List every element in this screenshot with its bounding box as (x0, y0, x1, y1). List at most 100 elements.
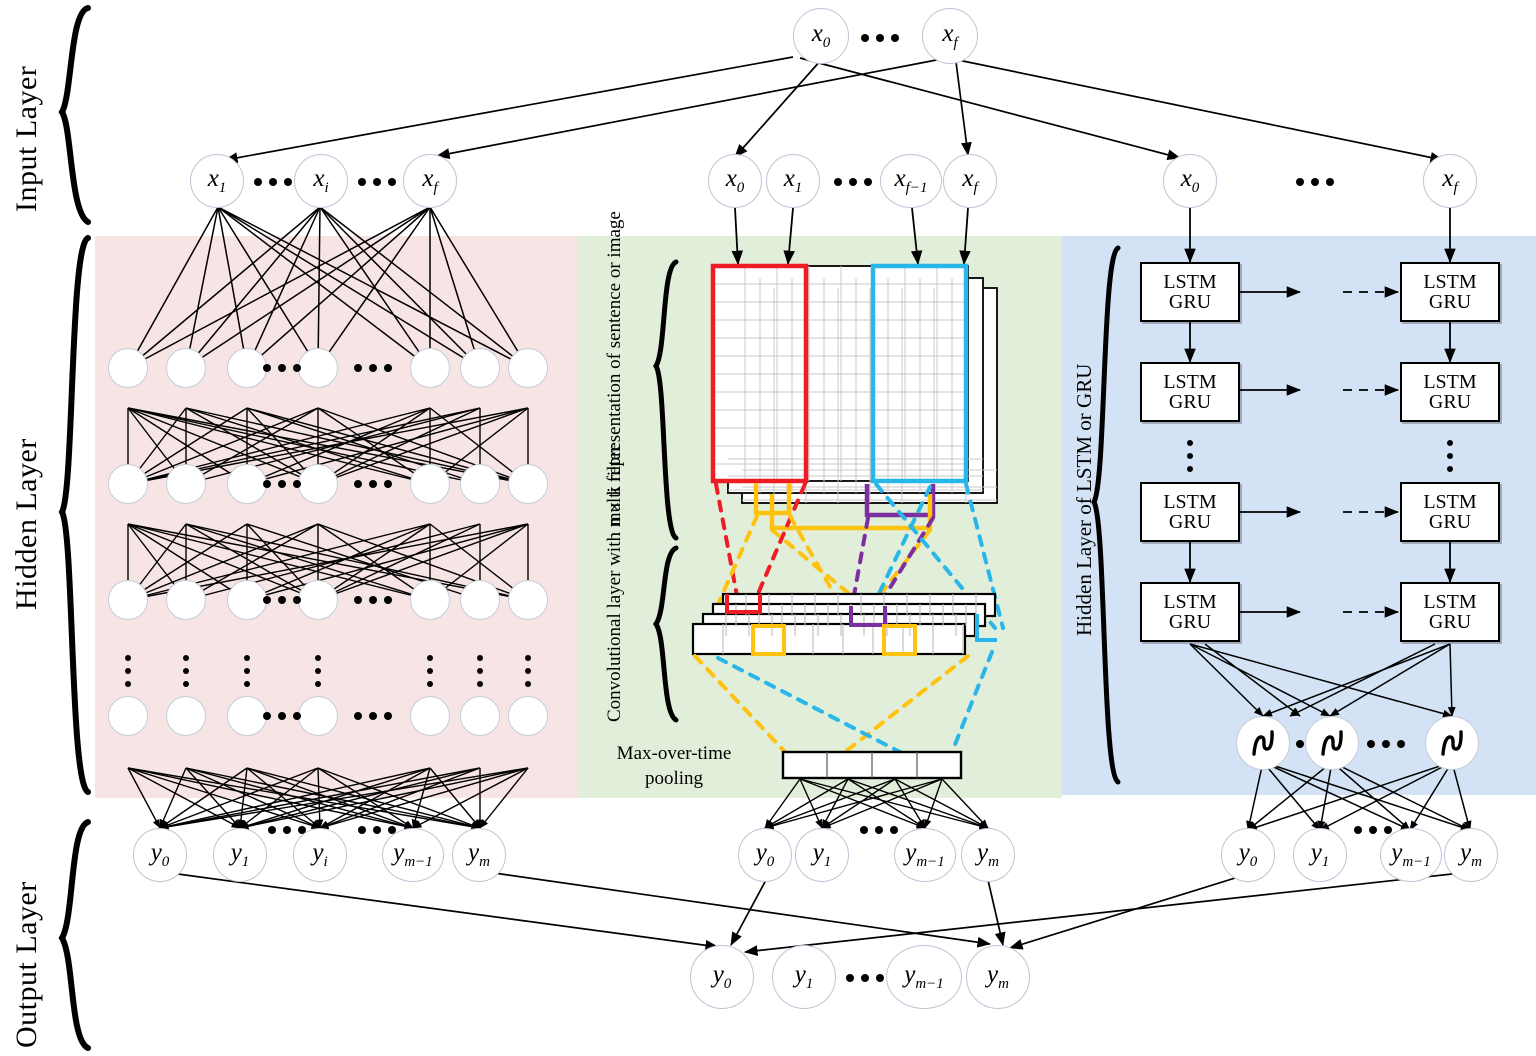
rnn-output-node-ym1[interactable]: ym−1 (1380, 828, 1442, 882)
dnn-hidden-node[interactable] (108, 464, 148, 504)
dnn-hidden-node[interactable] (108, 348, 148, 388)
dnn-hidden-row-ellipsis (262, 712, 301, 720)
cnn-pool-label: Max-over-time pooling (616, 743, 732, 789)
lstm-gru-cell[interactable]: LSTM GRU (1400, 262, 1500, 322)
diagram-canvas: Input Layer Hidden Layer Output Layer x0… (0, 0, 1536, 1056)
dnn-hidden-node[interactable] (108, 580, 148, 620)
gru-label: GRU (1428, 511, 1472, 533)
rnn-output-node-y0[interactable]: y0 (1221, 828, 1275, 882)
top-input-ellipsis (861, 34, 899, 42)
lstm-gru-cell[interactable]: LSTM GRU (1400, 482, 1500, 542)
dnn-hidden-node[interactable] (460, 696, 500, 736)
dnn-hidden-row-ellipsis (262, 596, 301, 604)
dnn-hidden-node[interactable] (227, 464, 267, 504)
dnn-hidden-node[interactable] (227, 348, 267, 388)
dnn-vertical-dots (244, 655, 250, 687)
output-layer-label: Output Layer (10, 881, 43, 1048)
dnn-output-ellipsis-1 (268, 826, 306, 834)
lstm-gru-cell[interactable]: LSTM GRU (1400, 582, 1500, 642)
lstm-label: LSTM (1163, 271, 1217, 293)
sigmoid-node-3[interactable] (1425, 716, 1479, 770)
dnn-output-node-ym1[interactable]: ym−1 (382, 828, 444, 882)
dnn-output-node-y1[interactable]: y1 (213, 828, 267, 882)
cnn-output-node-ym1[interactable]: ym−1 (894, 828, 956, 882)
dnn-output-node-y0[interactable]: y0 (133, 828, 187, 882)
dnn-vertical-dots (427, 655, 433, 687)
dnn-input-node-xi[interactable]: xi (294, 154, 348, 208)
rnn-vertical-dots-left (1187, 440, 1193, 472)
sigmoid-node-1[interactable] (1236, 716, 1290, 770)
dnn-hidden-node[interactable] (298, 348, 338, 388)
rnn-input-ellipsis (1296, 178, 1334, 186)
cnn-output-node-y1[interactable]: y1 (795, 828, 849, 882)
sigmoid-node-2[interactable] (1305, 716, 1359, 770)
dnn-output-node-yi[interactable]: yi (293, 828, 347, 882)
lstm-gru-cell[interactable]: LSTM GRU (1400, 362, 1500, 422)
dnn-hidden-node[interactable] (410, 696, 450, 736)
dnn-hidden-row-ellipsis (354, 480, 392, 488)
rnn-input-node-x0[interactable]: x0 (1163, 154, 1217, 208)
gru-label: GRU (1168, 291, 1212, 313)
dnn-hidden-node[interactable] (166, 696, 206, 736)
final-output-node-ym1[interactable]: ym−1 (886, 945, 962, 1009)
top-input-node-x0[interactable]: x0 (793, 8, 849, 64)
dnn-hidden-node[interactable] (227, 696, 267, 736)
cnn-input-node-x0[interactable]: x0 (708, 154, 762, 208)
final-output-node-y0[interactable]: y0 (690, 945, 754, 1009)
dnn-hidden-node[interactable] (298, 696, 338, 736)
input-layer-label: Input Layer (10, 65, 43, 212)
dnn-hidden-node[interactable] (298, 464, 338, 504)
sigmoid-icon (1321, 730, 1343, 756)
dnn-hidden-node[interactable] (410, 348, 450, 388)
cnn-output-node-ym[interactable]: ym (961, 828, 1015, 882)
lstm-gru-cell[interactable]: LSTM GRU (1140, 582, 1240, 642)
dnn-hidden-node[interactable] (460, 348, 500, 388)
gru-label: GRU (1428, 611, 1472, 633)
dnn-hidden-node[interactable] (460, 464, 500, 504)
cnn-input-node-xf[interactable]: xf (943, 154, 997, 208)
dnn-output-node-ym[interactable]: ym (452, 828, 506, 882)
rnn-output-node-ym[interactable]: ym (1444, 828, 1498, 882)
gru-label: GRU (1168, 611, 1212, 633)
hidden-layer-label: Hidden Layer (10, 438, 43, 610)
lstm-gru-cell[interactable]: LSTM GRU (1140, 262, 1240, 322)
dnn-hidden-node[interactable] (166, 348, 206, 388)
final-output-node-y1[interactable]: y1 (772, 945, 836, 1009)
dnn-input-ellipsis-1 (254, 178, 292, 186)
dnn-hidden-node[interactable] (227, 580, 267, 620)
dnn-hidden-node[interactable] (460, 580, 500, 620)
cnn-output-node-y0[interactable]: y0 (738, 828, 792, 882)
dnn-hidden-node[interactable] (108, 696, 148, 736)
lstm-label: LSTM (1423, 271, 1477, 293)
dnn-hidden-node[interactable] (508, 580, 548, 620)
rnn-output-node-y1[interactable]: y1 (1293, 828, 1347, 882)
cnn-input-node-xf1[interactable]: xf−1 (880, 154, 942, 208)
dnn-hidden-node[interactable] (410, 580, 450, 620)
top-input-node-xf[interactable]: xf (922, 8, 978, 64)
lstm-gru-cell[interactable]: LSTM GRU (1140, 362, 1240, 422)
lstm-label: LSTM (1423, 491, 1477, 513)
dnn-hidden-node[interactable] (508, 696, 548, 736)
dnn-input-ellipsis-2 (358, 178, 396, 186)
dnn-hidden-row-ellipsis (354, 596, 392, 604)
dnn-hidden-node[interactable] (166, 580, 206, 620)
dnn-hidden-node[interactable] (410, 464, 450, 504)
dnn-hidden-row-ellipsis (354, 364, 392, 372)
gru-label: GRU (1168, 391, 1212, 413)
rnn-output-ellipsis (1354, 826, 1392, 834)
sigmoid-icon (1441, 730, 1463, 756)
rnn-vertical-dots-right (1447, 440, 1453, 472)
dnn-hidden-node[interactable] (298, 580, 338, 620)
dnn-hidden-node[interactable] (508, 464, 548, 504)
gru-label: GRU (1428, 391, 1472, 413)
rnn-input-node-xf[interactable]: xf (1423, 154, 1477, 208)
dnn-hidden-node[interactable] (166, 464, 206, 504)
rnn-hidden-label: Hidden Layer of LSTM or GRU (1072, 363, 1096, 637)
final-output-ellipsis (846, 974, 884, 982)
lstm-gru-cell[interactable]: LSTM GRU (1140, 482, 1240, 542)
dnn-input-node-x1[interactable]: x1 (190, 154, 244, 208)
dnn-input-node-xf[interactable]: xf (403, 154, 457, 208)
final-output-node-ym[interactable]: ym (966, 945, 1030, 1009)
cnn-input-node-x1[interactable]: x1 (766, 154, 820, 208)
dnn-hidden-node[interactable] (508, 348, 548, 388)
